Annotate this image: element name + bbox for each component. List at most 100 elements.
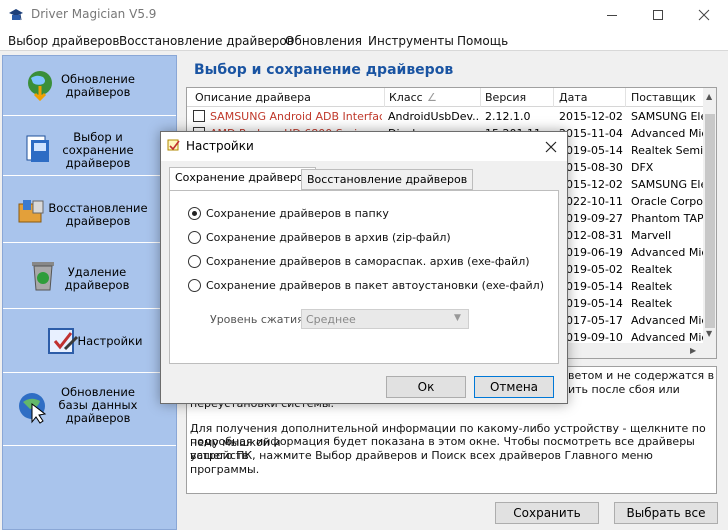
- sidebar-label-1b: драйверов: [65, 85, 131, 99]
- table-header: Описание драйвера Класс ∠ Версия Дата По…: [187, 88, 703, 107]
- row-date: 2022-10-11: [559, 195, 623, 208]
- sidebar-label-4b: драйверов: [64, 278, 130, 292]
- chevron-down-icon: ▼: [454, 313, 461, 323]
- row-vendor: Advanced Mic: [631, 246, 703, 259]
- sidebar-item-restore-drivers[interactable]: Восстановление драйверов: [3, 177, 176, 243]
- menu-bar: Выбор драйверов Восстановление драйверов…: [0, 31, 728, 51]
- sidebar-item-update-database[interactable]: Обновление базы данных драйверов: [3, 374, 176, 446]
- dialog-close-button[interactable]: [538, 136, 564, 158]
- info-line-1: ветом и не содержатся в: [568, 369, 715, 382]
- close-icon: [545, 141, 557, 153]
- row-date: 2015-12-02: [559, 178, 623, 191]
- sort-icon: ∠: [427, 91, 437, 104]
- cancel-button[interactable]: Отмена: [474, 376, 554, 398]
- radio-save-folder[interactable]: [188, 207, 201, 220]
- row-vendor: Advanced Mic: [631, 331, 703, 343]
- dialog-title-bar: Настройки: [161, 132, 567, 161]
- sidebar-item-settings[interactable]: Настройки: [3, 310, 176, 373]
- row-description: SAMSUNG Android ADB Interface: [210, 110, 382, 123]
- tab-restore-drivers[interactable]: Восстановление драйверов: [301, 169, 474, 190]
- compression-value: Среднее: [306, 313, 356, 326]
- radio-label-folder: Сохранение драйверов в папку: [206, 207, 389, 220]
- col-description[interactable]: Описание драйвера: [195, 91, 311, 104]
- sidebar-item-update-drivers[interactable]: Обновление драйверов: [3, 56, 176, 116]
- sidebar: Обновление драйверов Выбор и сохранение …: [2, 55, 177, 530]
- row-vendor: SAMSUNG Ele: [631, 178, 703, 191]
- row-date: 2019-05-14: [559, 280, 623, 293]
- row-vendor: Advanced Mic: [631, 127, 703, 140]
- close-button[interactable]: [681, 0, 727, 31]
- row-version: 2.12.1.0: [485, 110, 531, 123]
- row-date: 2019-05-02: [559, 263, 623, 276]
- sidebar-label-4a: Удаление: [67, 265, 127, 279]
- maximize-button[interactable]: [635, 0, 681, 31]
- radio-save-sfx[interactable]: [188, 255, 201, 268]
- row-vendor: Marvell: [631, 229, 672, 242]
- sidebar-label-2a: Выбор и: [73, 130, 123, 144]
- radio-label-sfx: Сохранение драйверов в самораспак. архив…: [206, 255, 530, 268]
- row-date: 2019-09-27: [559, 212, 623, 225]
- row-vendor: Realtek: [631, 280, 673, 293]
- scroll-up-icon[interactable]: ▲: [706, 92, 712, 101]
- row-vendor: Advanced Mic: [631, 314, 703, 327]
- row-checkbox[interactable]: [193, 110, 205, 122]
- sidebar-label-6a: Обновление: [61, 385, 135, 399]
- col-version[interactable]: Версия: [485, 91, 526, 104]
- select-all-button[interactable]: Выбрать все: [614, 502, 718, 524]
- row-date: 2012-08-31: [559, 229, 623, 242]
- compression-select[interactable]: Среднее ▼: [301, 309, 469, 329]
- col-class[interactable]: Класс: [389, 91, 423, 104]
- col-vendor[interactable]: Поставщик: [631, 91, 696, 104]
- scroll-down-icon[interactable]: ▼: [706, 329, 712, 338]
- info-para2-line3: вашего ПК, нажмите Выбор драйверов и Пои…: [190, 449, 653, 476]
- row-date: 2019-06-19: [559, 246, 623, 259]
- row-date: 2015-08-30: [559, 161, 623, 174]
- globe-update-icon: [28, 71, 52, 102]
- row-vendor: Phantom TAP-: [631, 212, 703, 225]
- app-logo-icon: [9, 9, 23, 21]
- sidebar-label-1a: Обновление: [61, 72, 135, 86]
- dialog-title: Настройки: [186, 139, 254, 153]
- ok-button[interactable]: Ок: [386, 376, 466, 398]
- database-cursor-icon: [19, 393, 47, 424]
- sidebar-label-6c: драйверов: [65, 411, 131, 425]
- scroll-right-icon[interactable]: ▶: [690, 346, 696, 355]
- page-title: Выбор и сохранение драйверов: [194, 62, 454, 78]
- sidebar-label-2c: драйверов: [65, 156, 131, 170]
- menu-updates[interactable]: Обновления: [285, 34, 362, 48]
- sidebar-item-delete-drivers[interactable]: Удаление драйверов: [3, 244, 176, 309]
- sidebar-label-5a: Настройки: [77, 334, 143, 348]
- menu-help[interactable]: Помощь: [457, 34, 508, 48]
- vertical-scroll-thumb[interactable]: [705, 114, 715, 328]
- row-class: AndroidUsbDev...: [388, 110, 478, 123]
- vertical-scrollbar[interactable]: ▲ ▼: [703, 88, 716, 358]
- row-vendor: SAMSUNG Ele: [631, 110, 703, 123]
- window-title: Driver Magician V5.9: [31, 7, 157, 21]
- sidebar-label-2b: сохранение: [62, 143, 134, 157]
- sidebar-label-3a: Восстановление: [48, 201, 148, 215]
- tab-panel: Сохранение драйверов в папку Сохранение …: [169, 190, 559, 364]
- row-date: 2015-12-02: [559, 110, 623, 123]
- col-date[interactable]: Дата: [559, 91, 587, 104]
- row-vendor: Realtek: [631, 297, 673, 310]
- close-icon: [698, 9, 710, 21]
- menu-tools[interactable]: Инструменты: [368, 34, 454, 48]
- table-row[interactable]: SAMSUNG Android ADB Interface AndroidUsb…: [187, 108, 703, 125]
- menu-select-drivers[interactable]: Выбор драйверов: [8, 34, 119, 48]
- app-window: Driver Magician V5.9 Выбор драйверов Вос…: [0, 0, 728, 530]
- title-bar: Driver Magician V5.9: [0, 0, 728, 31]
- row-date: 2019-09-10: [559, 331, 623, 343]
- save-button[interactable]: Сохранить: [495, 502, 599, 524]
- radio-label-autoinstall: Сохранение драйверов в пакет автоустанов…: [206, 279, 545, 292]
- info-line-2: ить после сбоя или: [568, 383, 680, 396]
- minimize-button[interactable]: [589, 0, 635, 31]
- settings-dialog: Настройки Сохранение драйверов Восстанов…: [160, 131, 568, 404]
- sidebar-label-3b: драйверов: [65, 214, 131, 228]
- compression-label: Уровень сжатия: [210, 313, 304, 326]
- tab-save-drivers[interactable]: Сохранение драйверов: [169, 167, 317, 191]
- radio-save-zip[interactable]: [188, 231, 201, 244]
- radio-save-autoinstall[interactable]: [188, 279, 201, 292]
- sidebar-item-select-save[interactable]: Выбор и сохранение драйверов: [3, 117, 176, 176]
- radio-label-zip: Сохранение драйверов в архив (zip-файл): [206, 231, 451, 244]
- menu-restore-drivers[interactable]: Восстановление драйверов: [119, 34, 294, 48]
